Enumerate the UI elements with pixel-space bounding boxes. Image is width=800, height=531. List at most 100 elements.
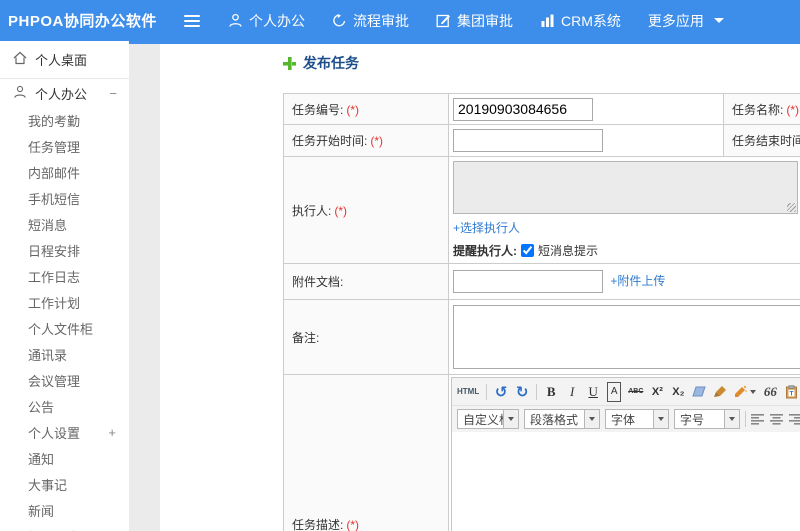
nav-crm-system[interactable]: CRM系统 bbox=[540, 11, 621, 31]
svg-text:T: T bbox=[789, 390, 793, 397]
menu-toggle-icon[interactable] bbox=[184, 12, 200, 30]
remind-executor-label: 提醒执行人: bbox=[453, 244, 517, 258]
chevron-down-icon bbox=[750, 389, 757, 394]
font-border-button[interactable]: A bbox=[607, 381, 622, 402]
attachment-input[interactable] bbox=[453, 270, 603, 293]
sidebar-item-meeting-management[interactable]: 会议管理 bbox=[0, 367, 129, 393]
task-number-label: 任务编号: (*) bbox=[283, 93, 449, 125]
home-icon bbox=[13, 51, 27, 68]
edit-icon bbox=[436, 13, 451, 28]
sidebar: 个人桌面 个人办公 − 我的考勤 任务管理 内部邮件 手机短信 短消息 日程安排… bbox=[0, 41, 129, 531]
publish-task-panel: 发布任务 任务编号:(*) 任务名称:(*) bbox=[160, 44, 800, 531]
task-number-input[interactable] bbox=[453, 97, 593, 121]
editor-content-area[interactable] bbox=[452, 432, 800, 531]
main-nav: 个人办公 流程审批 集团审批 CRM系统 更多应用 bbox=[228, 11, 724, 31]
nav-group-approval[interactable]: 集团审批 bbox=[436, 11, 513, 31]
sidebar-item-work-plan[interactable]: 工作计划 bbox=[0, 289, 129, 315]
sidebar-item-news[interactable]: 新闻 bbox=[0, 497, 129, 523]
bar-chart-icon bbox=[540, 13, 555, 28]
sidebar-submenu: 我的考勤 任务管理 内部邮件 手机短信 短消息 日程安排 工作日志 工作计划 个… bbox=[0, 107, 129, 531]
sidebar-item-memorabilia[interactable]: 大事记 bbox=[0, 471, 129, 497]
sidebar-group-personal-office[interactable]: 个人办公 − bbox=[0, 79, 129, 107]
process-icon bbox=[332, 13, 347, 28]
collapse-icon[interactable]: − bbox=[109, 86, 117, 101]
sidebar-item-mobile-sms[interactable]: 手机短信 bbox=[0, 185, 129, 211]
chevron-down-icon bbox=[584, 410, 599, 428]
resize-grip-icon[interactable] bbox=[787, 203, 796, 212]
sidebar-item-short-message[interactable]: 短消息 bbox=[0, 211, 129, 237]
nav-more-apps[interactable]: 更多应用 bbox=[648, 11, 724, 31]
redo-icon[interactable]: ↻ bbox=[515, 382, 529, 402]
editor-toolbar-row2: 自定义标题 段落格式 字体 bbox=[452, 405, 800, 432]
chevron-down-icon bbox=[653, 410, 668, 428]
sidebar-item-announcement[interactable]: 公告 bbox=[0, 393, 129, 419]
bold-button[interactable]: B bbox=[544, 382, 558, 402]
start-time-input[interactable] bbox=[453, 129, 603, 152]
nav-label: 流程审批 bbox=[353, 12, 409, 29]
strikethrough-button[interactable]: ABC bbox=[628, 382, 643, 402]
align-right-icon[interactable] bbox=[789, 409, 800, 429]
chevron-down-icon bbox=[724, 410, 739, 428]
page-title: 发布任务 bbox=[283, 53, 800, 73]
align-left-icon[interactable] bbox=[751, 409, 765, 429]
expand-icon[interactable]: + bbox=[108, 425, 116, 440]
sidebar-item-notice[interactable]: 通知 bbox=[0, 445, 129, 471]
end-time-label: 任务结束时间:(*) bbox=[723, 124, 800, 157]
sidebar-item-desktop[interactable]: 个人桌面 bbox=[0, 41, 129, 79]
sidebar-item-label: 个人桌面 bbox=[35, 53, 88, 68]
user-icon bbox=[228, 13, 243, 28]
sidebar-item-file-cabinet[interactable]: 个人文件柜 bbox=[0, 315, 129, 341]
eraser-icon[interactable] bbox=[692, 382, 707, 402]
sidebar-item-task-management[interactable]: 任务管理 bbox=[0, 133, 129, 159]
add-icon bbox=[283, 56, 296, 70]
app-logo: PHPOA协同办公软件 bbox=[8, 13, 157, 30]
nav-label: 集团审批 bbox=[457, 12, 513, 29]
auto-typeset-icon[interactable] bbox=[734, 382, 757, 402]
executor-textarea[interactable] bbox=[453, 161, 798, 214]
nav-label: CRM系统 bbox=[561, 12, 621, 29]
executor-label: 执行人: (*) bbox=[283, 156, 449, 264]
start-time-label: 任务开始时间: (*) bbox=[283, 124, 449, 157]
align-center-icon[interactable] bbox=[770, 409, 784, 429]
rich-text-editor: HTML ↺ ↻ B I U A ABC X² X₂ 66 T 自定义 段落格式… bbox=[451, 377, 800, 531]
underline-button[interactable]: U bbox=[586, 382, 600, 402]
nav-label: 个人办公 bbox=[249, 12, 305, 29]
nav-process-approval[interactable]: 流程审批 bbox=[332, 11, 409, 31]
sidebar-item-schedule[interactable]: 日程安排 bbox=[0, 237, 129, 263]
sidebar-item-internal-mail[interactable]: 内部邮件 bbox=[0, 159, 129, 185]
blockquote-button[interactable]: 66 bbox=[763, 382, 777, 402]
remark-textarea[interactable] bbox=[453, 305, 800, 369]
main-content: 发布任务 任务编号:(*) 任务名称:(*) bbox=[129, 41, 800, 531]
font-family-select[interactable]: 字体 bbox=[605, 409, 669, 429]
description-label: 任务描述: (*) bbox=[283, 374, 449, 531]
sidebar-item-attendance[interactable]: 我的考勤 bbox=[0, 107, 129, 133]
custom-title-select[interactable]: 自定义标题 bbox=[457, 409, 519, 429]
paragraph-format-select[interactable]: 段落格式 bbox=[524, 409, 600, 429]
sidebar-item-work-log[interactable]: 工作日志 bbox=[0, 263, 129, 289]
undo-icon[interactable]: ↺ bbox=[494, 382, 508, 402]
format-brush-icon[interactable] bbox=[713, 382, 727, 402]
font-size-select[interactable]: 字号 bbox=[674, 409, 740, 429]
sms-remind-label: 短消息提示 bbox=[538, 244, 599, 258]
nav-label: 更多应用 bbox=[647, 12, 704, 29]
attachment-label: 附件文档: bbox=[283, 263, 449, 300]
attachment-upload-link[interactable]: +附件上传 bbox=[610, 274, 665, 288]
select-executor-link[interactable]: +选择执行人 bbox=[453, 221, 520, 235]
superscript-button[interactable]: X² bbox=[650, 382, 664, 402]
sidebar-item-personal-settings[interactable]: 个人设置 + bbox=[0, 419, 129, 445]
sidebar-item-contacts[interactable]: 通讯录 bbox=[0, 341, 129, 367]
subscript-button[interactable]: X₂ bbox=[671, 382, 685, 402]
html-source-button[interactable]: HTML bbox=[457, 382, 479, 402]
chevron-down-icon bbox=[503, 410, 518, 428]
editor-toolbar-row1: HTML ↺ ↻ B I U A ABC X² X₂ 66 T bbox=[452, 378, 800, 405]
top-header: PHPOA协同办公软件 个人办公 流程审批 集团审批 CRM系统 更多应用 bbox=[0, 0, 800, 41]
chevron-down-icon bbox=[713, 18, 724, 23]
sms-remind-checkbox[interactable] bbox=[521, 244, 534, 257]
remark-label: 备注: bbox=[283, 299, 449, 375]
italic-button[interactable]: I bbox=[565, 382, 579, 402]
paste-text-icon[interactable]: T bbox=[784, 382, 798, 402]
sidebar-item-vote[interactable]: 投票调查 bbox=[0, 523, 129, 531]
user-icon bbox=[13, 85, 27, 102]
nav-personal-office[interactable]: 个人办公 bbox=[228, 11, 305, 31]
task-form-table: 任务编号:(*) 任务名称:(*) 任务开始时间:(*) bbox=[283, 93, 800, 531]
